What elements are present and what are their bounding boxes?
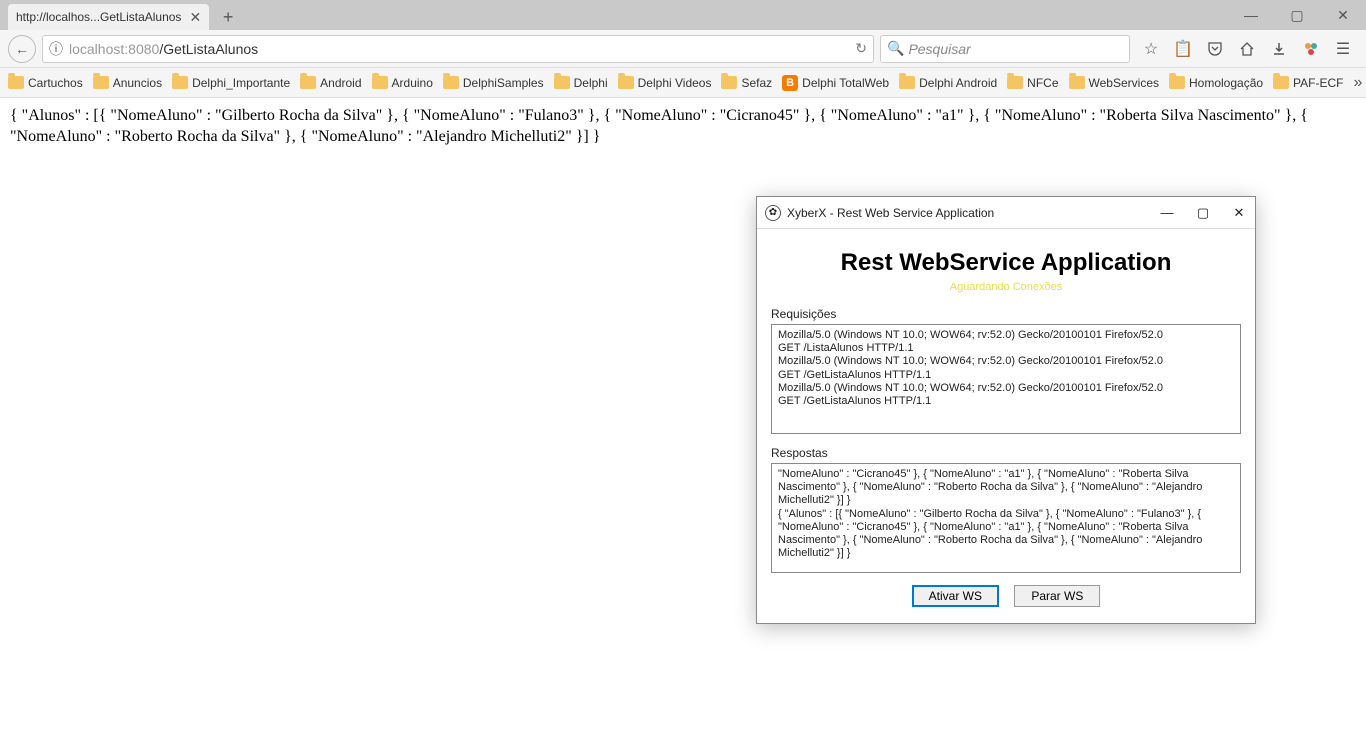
search-icon: 🔍 (887, 40, 904, 57)
responses-label: Respostas (771, 446, 1241, 460)
close-tab-icon[interactable]: ✕ (189, 9, 201, 26)
app-icon: ✿ (765, 205, 781, 221)
search-input[interactable]: 🔍 Pesquisar (880, 35, 1130, 63)
bookmark-android[interactable]: Android (300, 76, 361, 90)
back-button[interactable]: ← (8, 35, 36, 63)
bookmark-homologacao[interactable]: Homologação (1169, 76, 1263, 90)
dialog-buttons: Ativar WS Parar WS (771, 585, 1241, 607)
menu-icon[interactable]: ☰ (1334, 40, 1352, 58)
toolbar-icons: ☆ 📋 ☰ (1136, 40, 1358, 58)
folder-icon (172, 76, 188, 89)
responses-box[interactable]: "NomeAluno" : "Cicrano45" }, { "NomeAlun… (771, 463, 1241, 573)
search-placeholder: Pesquisar (908, 41, 970, 57)
dialog-maximize-button[interactable]: ▢ (1195, 205, 1211, 221)
dialog-body: Rest WebService Application Aguardando C… (757, 229, 1255, 623)
bookmark-paf-ecf[interactable]: PAF-ECF (1273, 76, 1343, 90)
home-icon[interactable] (1238, 40, 1256, 58)
rest-ws-dialog: ✿ XyberX - Rest Web Service Application … (756, 196, 1256, 624)
bookmark-nfce[interactable]: NFCe (1007, 76, 1058, 90)
bookmark-arduino[interactable]: Arduino (372, 76, 433, 90)
folder-icon (300, 76, 316, 89)
folder-icon (1007, 76, 1023, 89)
bookmark-sefaz[interactable]: Sefaz (721, 76, 772, 90)
tab-title: http://localhos...GetListaAlunos (16, 10, 181, 24)
dialog-subtitle: Aguardando Conexões (771, 281, 1241, 293)
address-bar[interactable]: ⓘ localhost:8080/GetListaAlunos ↻ (42, 35, 874, 63)
folder-icon (8, 76, 24, 89)
blogger-icon: B (782, 75, 798, 91)
dialog-close-button[interactable]: ✕ (1231, 205, 1247, 221)
dialog-heading: Rest WebService Application (771, 249, 1241, 277)
requests-label: Requisições (771, 307, 1241, 321)
folder-icon (1069, 76, 1085, 89)
folder-icon (1169, 76, 1185, 89)
navigation-bar: ← ⓘ localhost:8080/GetListaAlunos ↻ 🔍 Pe… (0, 30, 1366, 68)
bookmark-webservices[interactable]: WebServices (1069, 76, 1159, 90)
dialog-window-controls: — ▢ ✕ (1159, 205, 1247, 221)
download-icon[interactable] (1270, 40, 1288, 58)
bookmark-anuncios[interactable]: Anuncios (93, 76, 162, 90)
folder-icon (554, 76, 570, 89)
folder-icon (443, 76, 459, 89)
folder-icon (721, 76, 737, 89)
ativar-ws-button[interactable]: Ativar WS (912, 585, 999, 607)
folder-icon (372, 76, 388, 89)
extension-icon[interactable] (1302, 40, 1320, 58)
pocket-icon[interactable] (1206, 40, 1224, 58)
browser-tab[interactable]: http://localhos...GetListaAlunos ✕ (8, 4, 209, 30)
close-window-button[interactable]: ✕ (1320, 0, 1366, 30)
bookmark-delphi-importante[interactable]: Delphi_Importante (172, 76, 290, 90)
minimize-button[interactable]: — (1228, 0, 1274, 30)
parar-ws-button[interactable]: Parar WS (1014, 585, 1100, 607)
requests-box[interactable]: Mozilla/5.0 (Windows NT 10.0; WOW64; rv:… (771, 324, 1241, 434)
site-info-icon[interactable]: ⓘ (49, 39, 63, 59)
new-tab-button[interactable]: + (215, 4, 241, 30)
bookmark-delphi-android[interactable]: Delphi Android (899, 76, 997, 90)
bookmark-star-icon[interactable]: ☆ (1142, 40, 1160, 58)
folder-icon (618, 76, 634, 89)
bookmarks-overflow-icon[interactable]: » (1354, 74, 1363, 92)
folder-icon (1273, 76, 1289, 89)
folder-icon (93, 76, 109, 89)
dialog-minimize-button[interactable]: — (1159, 205, 1175, 221)
reload-icon[interactable]: ↻ (855, 40, 867, 57)
maximize-button[interactable]: ▢ (1274, 0, 1320, 30)
bookmarks-bar: Cartuchos Anuncios Delphi_Importante And… (0, 68, 1366, 98)
dialog-title-text: XyberX - Rest Web Service Application (787, 206, 994, 220)
library-icon[interactable]: 📋 (1174, 40, 1192, 58)
bookmark-delphi-totalweb[interactable]: BDelphi TotalWeb (782, 75, 889, 91)
bookmark-delphisamples[interactable]: DelphiSamples (443, 76, 544, 90)
bookmark-cartuchos[interactable]: Cartuchos (8, 76, 83, 90)
url-text: localhost:8080/GetListaAlunos (69, 41, 849, 57)
browser-tab-bar: http://localhos...GetListaAlunos ✕ + — ▢… (0, 0, 1366, 30)
folder-icon (899, 76, 915, 89)
bookmark-delphi[interactable]: Delphi (554, 76, 608, 90)
page-content: { "Alunos" : [{ "NomeAluno" : "Gilberto … (0, 98, 1366, 156)
window-controls: — ▢ ✕ (1228, 0, 1366, 30)
dialog-titlebar[interactable]: ✿ XyberX - Rest Web Service Application … (757, 197, 1255, 229)
bookmark-delphi-videos[interactable]: Delphi Videos (618, 76, 712, 90)
